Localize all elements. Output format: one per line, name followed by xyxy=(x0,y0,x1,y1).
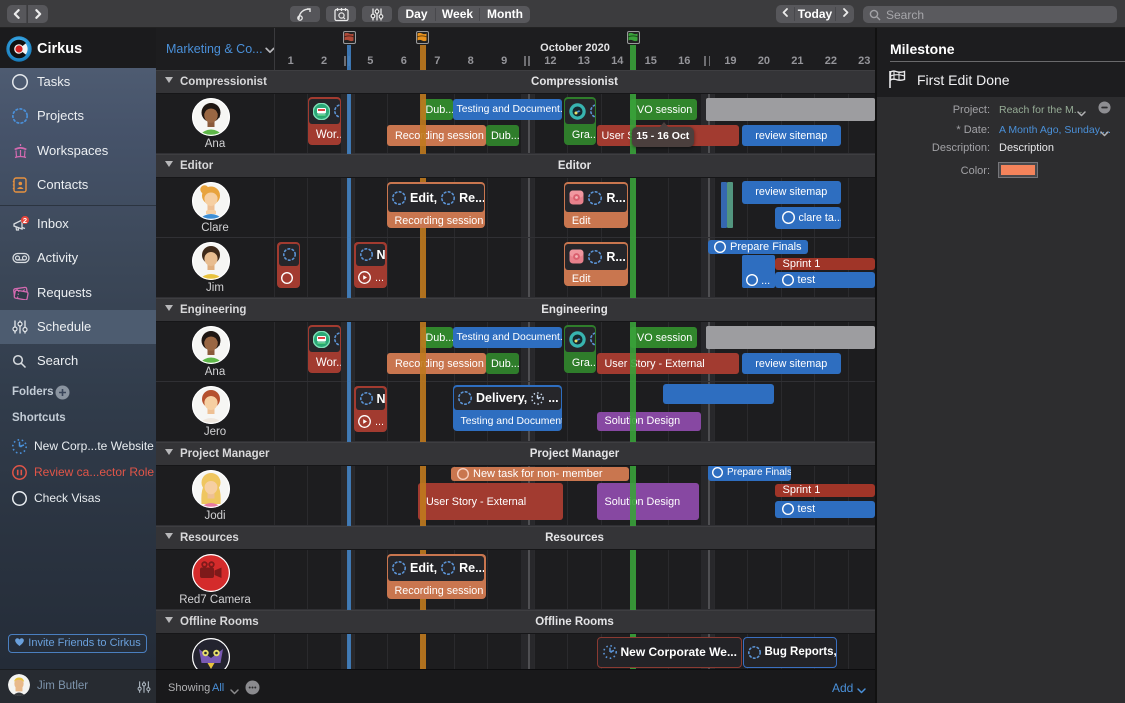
svg-text:2: 2 xyxy=(23,216,27,225)
